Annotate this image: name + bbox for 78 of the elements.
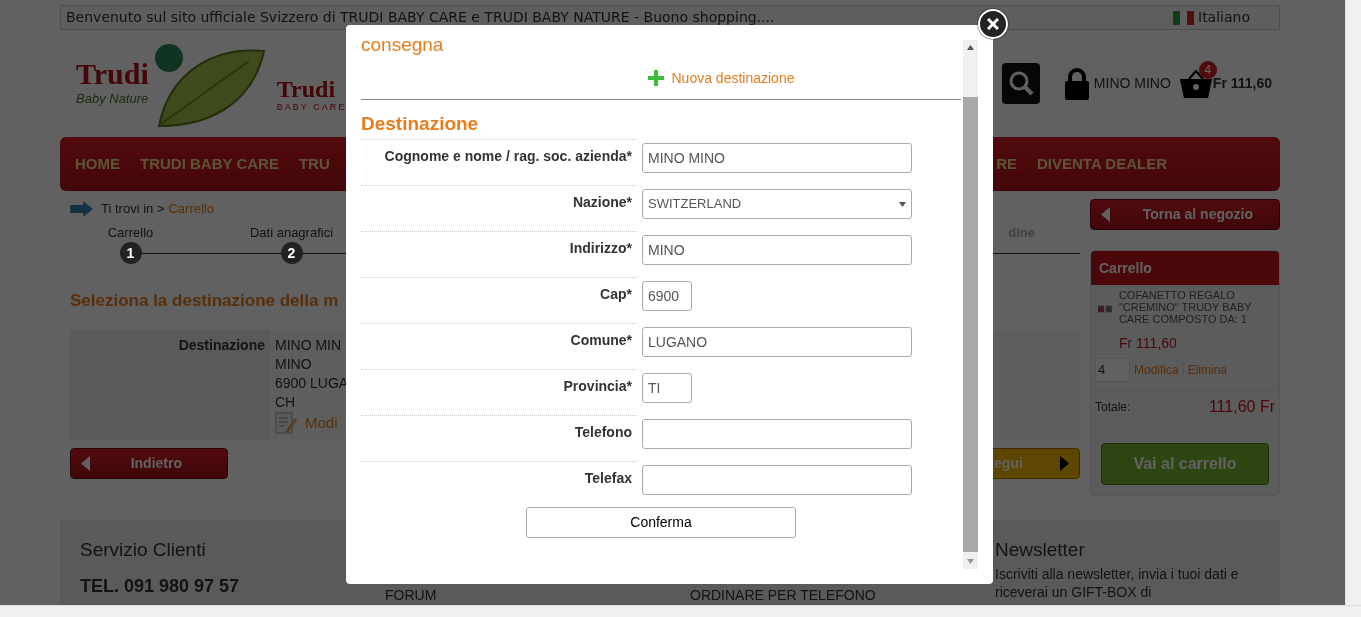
delete-link[interactable]: Elimina — [1182, 361, 1228, 379]
footer-link[interactable]: FORUM — [385, 586, 670, 604]
field-label: Destinazione — [177, 335, 266, 355]
triangle-right-icon — [1060, 455, 1069, 471]
footer-link[interactable]: ORDINARE PER TELEFONO — [690, 586, 975, 604]
vertical-scrollbar[interactable] — [1345, 0, 1361, 605]
new-destination-link[interactable]: Nuova destinazione — [671, 67, 795, 89]
logo-text: Trudi — [276, 76, 337, 101]
step-label: Carrello — [107, 223, 154, 242]
input-field[interactable] — [642, 419, 912, 449]
step-label: Dati anagrafici — [249, 223, 334, 242]
input-field[interactable]: 6900 — [642, 281, 692, 311]
step-number: 1 — [119, 242, 142, 264]
logo-subtitle: BABY CARE — [276, 100, 347, 114]
search-icon[interactable] — [1001, 63, 1040, 104]
nav-link[interactable]: TRUDI BABY CARE — [140, 152, 279, 176]
field-label: Provincia* — [361, 369, 637, 415]
welcome-text: Benvenuto sul sito ufficiale Svizzero di TRUDI BABY CARE e TRUDI BABY NATURE - Buono shopping.... — [66, 8, 775, 27]
caret-icon — [899, 201, 906, 207]
horizontal-scrollbar[interactable] — [0, 605, 1361, 617]
input-field[interactable]: TI — [642, 373, 692, 403]
checkout-button[interactable]: Vai al carrello — [1101, 443, 1269, 485]
scroll-up-icon[interactable] — [967, 45, 974, 50]
edit-link[interactable]: Modifica — [1134, 361, 1179, 379]
step-number: 2 — [280, 242, 303, 264]
close-icon[interactable] — [987, 18, 999, 30]
modal-heading: consegna — [361, 33, 445, 57]
field-label: Telefono — [361, 415, 637, 461]
footer-heading: Servizio Clienti — [80, 538, 207, 562]
quantity-field[interactable]: 4 — [1095, 358, 1130, 382]
total-amount: 111,60 Fr — [1208, 397, 1275, 417]
triangle-left-icon — [1101, 207, 1110, 222]
input-field[interactable] — [642, 465, 912, 495]
nav-link[interactable]: RE — [996, 152, 1017, 176]
address-line: CH — [275, 392, 296, 412]
arrow-icon — [70, 200, 93, 217]
logo-text: Trudi — [76, 58, 149, 89]
nav-link[interactable]: DIVENTA DEALER — [1037, 152, 1167, 176]
newsletter-text: Iscriviti alla newsletter, invia i tuoi dati e riceverai un GIFT-BOX di — [995, 564, 1240, 601]
phone-number: TEL. 091 980 97 57 — [80, 574, 241, 598]
plus-icon — [647, 70, 664, 86]
input-field[interactable]: MINO MINO — [642, 143, 912, 173]
back-button[interactable]: Indietro — [70, 447, 228, 479]
field-label: Cap* — [361, 277, 637, 323]
logo-subtitle: Baby Nature — [76, 89, 149, 108]
language-link[interactable]: Italiano — [1198, 6, 1250, 29]
address-line: 6900 LUGA — [275, 373, 349, 393]
flag-icon — [1173, 10, 1194, 25]
page-heading: Seleziona la destinazione della m — [70, 290, 339, 312]
product-name: COFANETTO REGALO "CREMINO" TRUDY BABY CARE COMPOSTO DA: 1 — [1118, 289, 1253, 325]
section-heading: Destinazione — [361, 111, 480, 136]
edit-link[interactable]: Modi — [305, 413, 338, 432]
total-label: Totale: — [1095, 399, 1131, 416]
field-label: Comune* — [361, 323, 637, 369]
triangle-left-icon — [81, 455, 90, 471]
panel-header: Carrello — [1091, 251, 1279, 285]
nav-link[interactable]: HOME — [75, 152, 120, 176]
select-field[interactable]: SWITZERLAND — [642, 189, 912, 219]
scrollbar[interactable] — [963, 40, 978, 569]
footer-heading: Newsletter — [995, 538, 1086, 562]
product-price: Fr 111,60 — [1118, 334, 1178, 353]
cart-count-badge: 4 — [1198, 60, 1217, 79]
confirm-button[interactable]: Conferma — [526, 507, 796, 538]
field-label: Cognome e nome / rag. soc. azienda* — [361, 139, 637, 185]
address-line: MINO — [275, 354, 312, 374]
field-label: Indirizzo* — [361, 231, 637, 277]
lock-icon — [1063, 66, 1090, 101]
field-label: Nazione* — [361, 185, 637, 231]
nav-link[interactable]: TRU — [298, 152, 330, 176]
notepad-icon — [275, 411, 297, 434]
back-to-shop-button[interactable]: Torna al negozio — [1090, 199, 1280, 230]
user-name[interactable]: MINO MINO — [1093, 73, 1171, 94]
breadcrumb-text: Ti trovi in > — [101, 200, 165, 218]
breadcrumb-link[interactable]: Carrello — [168, 199, 214, 219]
input-field[interactable]: MINO — [642, 235, 912, 265]
address-line: MINO MIN — [275, 335, 342, 355]
scroll-down-icon[interactable] — [967, 559, 974, 564]
input-field[interactable]: LUGANO — [642, 327, 912, 357]
